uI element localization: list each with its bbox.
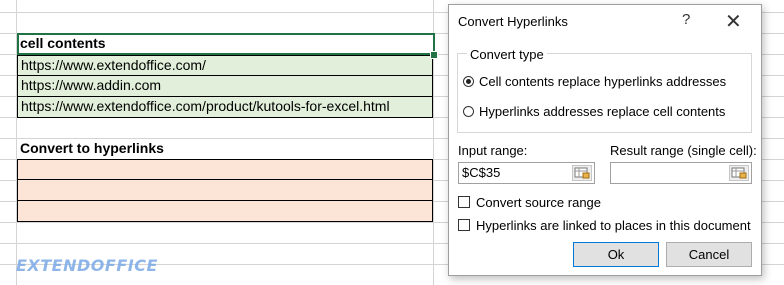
dialog-titlebar[interactable]: Convert Hyperlinks ? ✕ [449, 5, 761, 37]
selected-cell-outline [17, 33, 435, 55]
radio-unselected-icon[interactable] [463, 105, 474, 117]
hyperlinks-linked-label: Hyperlinks are linked to places in this … [476, 217, 751, 233]
fill-handle[interactable] [430, 51, 438, 59]
input-range-value: $C$35 [462, 165, 501, 180]
checkbox-icon[interactable] [458, 196, 470, 208]
radio-cell-contents-replace[interactable]: Cell contents replace hyperlinks address… [463, 72, 726, 90]
url-cell-2[interactable]: https://www.addin.com [17, 76, 433, 97]
checkbox-icon[interactable] [458, 219, 470, 231]
dialog-title: Convert Hyperlinks [458, 14, 568, 29]
radio-selected-icon[interactable] [463, 75, 474, 87]
url-cell-3[interactable]: https://www.extendoffice.com/product/kut… [17, 97, 433, 118]
radio-label-2: Hyperlinks addresses replace cell conten… [479, 103, 726, 119]
close-icon[interactable]: ✕ [725, 9, 742, 34]
result-range-label: Result range (single cell): [610, 143, 757, 158]
convert-header-cell[interactable]: Convert to hyperlinks [17, 139, 433, 160]
range-select-icon[interactable] [572, 165, 592, 181]
result-range-field[interactable] [610, 162, 752, 184]
range-select-icon[interactable] [729, 165, 749, 181]
result-cell-1[interactable] [17, 159, 433, 180]
convert-source-range-label: Convert source range [476, 194, 602, 210]
extendoffice-logo: EXTENDOFFICE [16, 256, 158, 275]
input-range-label: Input range: [458, 143, 528, 158]
convert-hyperlinks-dialog: Convert Hyperlinks ? ✕ Convert type Cell… [448, 4, 762, 276]
help-icon[interactable]: ? [682, 11, 690, 28]
url-cell-1[interactable]: https://www.extendoffice.com/ [17, 55, 433, 76]
cancel-button[interactable]: Cancel [666, 242, 752, 267]
result-cell-3[interactable] [17, 201, 433, 222]
radio-hyperlinks-replace[interactable]: Hyperlinks addresses replace cell conten… [463, 102, 725, 120]
convert-type-group [457, 53, 752, 133]
radio-label-1: Cell contents replace hyperlinks address… [479, 73, 727, 89]
convert-source-range-checkbox[interactable]: Convert source range [458, 194, 601, 210]
result-cell-2[interactable] [17, 180, 433, 201]
convert-type-label: Convert type [467, 47, 547, 62]
hyperlinks-linked-places-checkbox[interactable]: Hyperlinks are linked to places in this … [458, 217, 751, 233]
ok-button[interactable]: Ok [573, 242, 659, 267]
input-range-field[interactable]: $C$35 [458, 162, 595, 184]
